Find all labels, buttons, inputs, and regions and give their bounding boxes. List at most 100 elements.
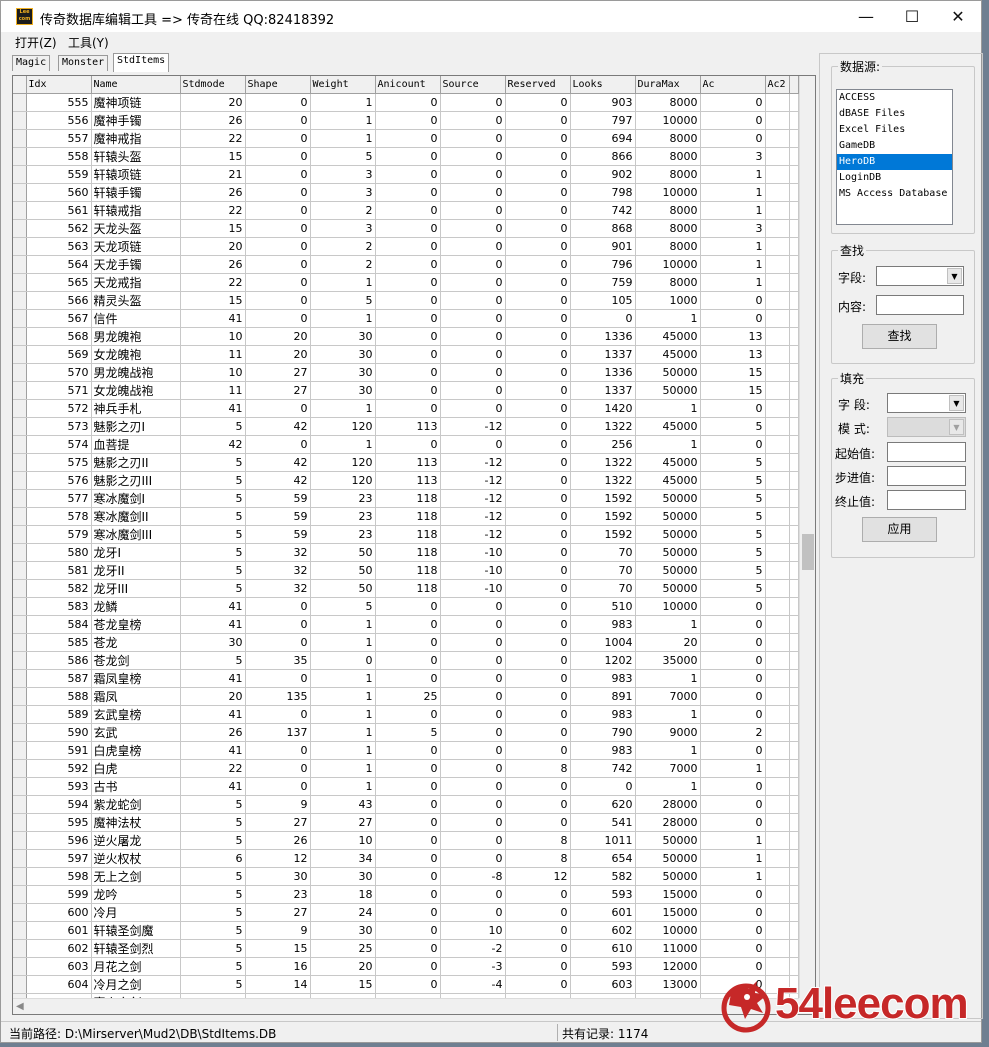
table-cell[interactable]: 562 (26, 219, 92, 238)
table-cell[interactable]: 0 (440, 615, 506, 634)
apply-button[interactable]: 应用 (862, 517, 937, 542)
table-cell[interactable]: 25 (310, 939, 376, 958)
table-cell[interactable]: 601 (570, 903, 636, 922)
table-cell-empty[interactable] (765, 165, 790, 184)
table-cell-empty[interactable] (765, 723, 790, 742)
table-cell[interactable]: 0 (505, 345, 571, 364)
table-cell[interactable]: 10000 (635, 255, 701, 274)
table-cell[interactable]: 27 (245, 381, 311, 400)
table-cell[interactable]: 5 (180, 957, 246, 976)
table-cell[interactable]: 0 (375, 381, 441, 400)
table-cell[interactable]: 0 (375, 759, 441, 778)
table-cell[interactable]: 信件 (91, 309, 181, 328)
column-header[interactable]: DuraMax (635, 76, 701, 94)
table-cell[interactable]: 5 (180, 885, 246, 904)
table-row[interactable]: 556 魔神手镯 26 0 1 0 0 0 797 10000 0 (13, 111, 799, 130)
table-cell[interactable]: 0 (440, 705, 506, 724)
row-indicator[interactable] (13, 237, 27, 256)
row-indicator[interactable] (13, 975, 27, 994)
table-cell[interactable]: 苍龙剑 (91, 651, 181, 670)
table-cell[interactable]: 41 (180, 669, 246, 688)
table-cell[interactable]: 轩辕圣剑魔 (91, 921, 181, 940)
table-cell[interactable]: 28000 (635, 813, 701, 832)
row-indicator[interactable] (13, 921, 27, 940)
datasource-list[interactable]: ACCESS dBASE Files Excel Files GameDB He… (836, 89, 953, 225)
table-cell[interactable]: 50000 (635, 525, 701, 544)
table-cell[interactable]: 70 (570, 579, 636, 598)
row-indicator[interactable] (13, 849, 27, 868)
table-cell[interactable]: 0 (375, 615, 441, 634)
datasource-item-logindb[interactable]: LoginDB (837, 170, 952, 186)
table-cell[interactable]: 8000 (635, 273, 701, 292)
table-cell[interactable]: 0 (440, 147, 506, 166)
table-cell[interactable]: -2 (440, 939, 506, 958)
table-cell[interactable]: 0 (440, 795, 506, 814)
table-cell[interactable]: 0 (440, 381, 506, 400)
table-cell[interactable]: 0 (505, 471, 571, 490)
table-cell[interactable]: 0 (245, 669, 311, 688)
table-cell[interactable]: 5 (180, 417, 246, 436)
table-cell[interactable]: 龙牙III (91, 579, 181, 598)
row-indicator[interactable] (13, 381, 27, 400)
table-cell[interactable]: 0 (375, 813, 441, 832)
table-cell[interactable]: 0 (700, 651, 766, 670)
table-cell[interactable]: 0 (375, 291, 441, 310)
table-cell[interactable]: 0 (440, 255, 506, 274)
table-cell[interactable]: 冷月之剑 (91, 975, 181, 994)
table-cell[interactable]: 560 (26, 183, 92, 202)
table-cell[interactable]: 983 (570, 669, 636, 688)
table-cell[interactable]: 902 (570, 165, 636, 184)
table-cell[interactable]: 1 (310, 615, 376, 634)
table-cell[interactable]: 0 (505, 651, 571, 670)
table-cell[interactable]: -10 (440, 579, 506, 598)
table-cell[interactable]: 龙吟 (91, 885, 181, 904)
table-cell[interactable]: 583 (26, 597, 92, 616)
table-cell[interactable]: 1 (635, 615, 701, 634)
column-header[interactable]: Name (91, 76, 181, 94)
table-cell[interactable]: 26 (180, 723, 246, 742)
table-cell[interactable]: 5 (700, 543, 766, 562)
row-indicator[interactable] (13, 579, 27, 598)
table-cell[interactable]: 868 (570, 219, 636, 238)
table-cell[interactable]: -4 (440, 975, 506, 994)
table-row[interactable]: 589 玄武皇榜 41 0 1 0 0 0 983 1 0 (13, 705, 799, 724)
row-indicator[interactable] (13, 831, 27, 850)
table-cell[interactable]: 30 (310, 381, 376, 400)
table-cell[interactable]: 0 (505, 777, 571, 796)
table-cell[interactable]: 轩辕头盔 (91, 147, 181, 166)
table-cell[interactable]: 0 (245, 111, 311, 130)
row-indicator[interactable] (13, 399, 27, 418)
table-cell[interactable]: 582 (26, 579, 92, 598)
table-cell[interactable]: 0 (505, 795, 571, 814)
table-cell[interactable]: 599 (26, 885, 92, 904)
table-cell[interactable]: 8000 (635, 129, 701, 148)
table-cell[interactable]: 3 (700, 147, 766, 166)
table-cell[interactable]: 26 (245, 831, 311, 850)
table-cell[interactable]: 1336 (570, 327, 636, 346)
table-cell-empty[interactable] (765, 741, 790, 760)
table-cell[interactable]: 0 (700, 813, 766, 832)
table-cell[interactable]: 8 (505, 831, 571, 850)
table-cell-empty[interactable] (765, 111, 790, 130)
table-row[interactable]: 579 寒冰魔剑III 5 59 23 118 -12 0 1592 50000 5 (13, 525, 799, 544)
table-cell[interactable]: 0 (245, 129, 311, 148)
table-cell[interactable]: 32 (245, 561, 311, 580)
row-indicator[interactable] (13, 867, 27, 886)
table-row[interactable]: 567 信件 41 0 1 0 0 0 0 1 0 (13, 309, 799, 328)
table-cell-empty[interactable] (765, 597, 790, 616)
table-cell[interactable]: 1 (700, 201, 766, 220)
table-cell[interactable]: 0 (700, 957, 766, 976)
table-cell[interactable]: 8000 (635, 147, 701, 166)
table-cell[interactable]: 41 (180, 399, 246, 418)
datasource-item-access[interactable]: ACCESS (837, 90, 952, 106)
table-cell[interactable]: 1 (700, 165, 766, 184)
table-row[interactable]: 598 无上之剑 5 30 30 0 -8 12 582 50000 1 (13, 867, 799, 886)
row-indicator[interactable] (13, 255, 27, 274)
table-cell[interactable]: 0 (700, 669, 766, 688)
table-cell[interactable]: 561 (26, 201, 92, 220)
row-indicator[interactable] (13, 939, 27, 958)
table-cell[interactable]: 654 (570, 849, 636, 868)
table-cell[interactable]: 1 (635, 669, 701, 688)
table-cell[interactable]: 567 (26, 309, 92, 328)
table-cell[interactable]: 0 (375, 183, 441, 202)
